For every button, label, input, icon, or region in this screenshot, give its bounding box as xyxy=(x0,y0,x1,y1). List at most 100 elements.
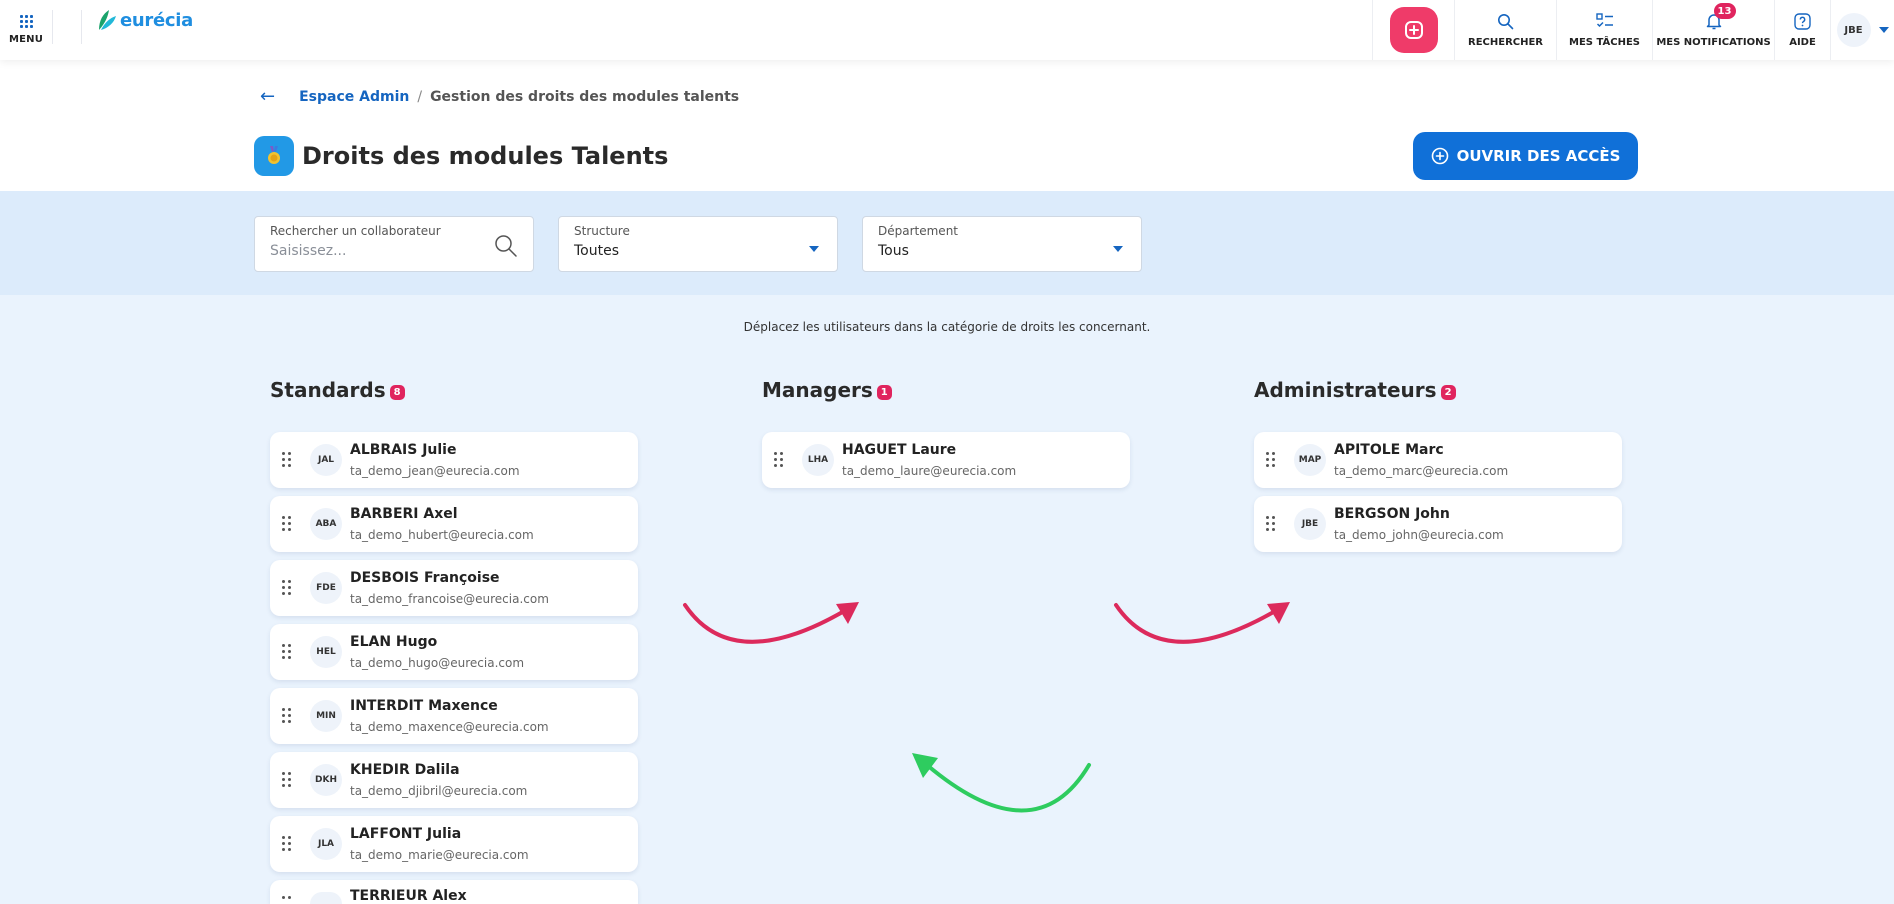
drag-handle-icon[interactable] xyxy=(282,896,291,899)
breadcrumb-current: Gestion des droits des modules talents xyxy=(430,88,740,105)
open-access-button[interactable]: OUVRIR DES ACCÈS xyxy=(1413,132,1638,180)
user-card[interactable]: FDE DESBOIS Françoise ta_demo_francoise@… xyxy=(270,560,638,616)
search-field-label: Rechercher un collaborateur xyxy=(270,224,441,238)
user-card[interactable]: MIN INTERDIT Maxence ta_demo_maxence@eur… xyxy=(270,688,638,744)
drag-handle-icon[interactable] xyxy=(282,452,291,467)
column-title-label: Managers xyxy=(762,378,873,402)
user-card[interactable]: DKH KHEDIR Dalila ta_demo_djibril@eureci… xyxy=(270,752,638,808)
logo-leaf-icon xyxy=(99,10,116,30)
user-card[interactable]: LHA HAGUET Laure ta_demo_laure@eurecia.c… xyxy=(762,432,1130,488)
notifications-count-badge: 13 xyxy=(1713,3,1736,19)
notifications-nav-label: MES NOTIFICATIONS xyxy=(1656,36,1771,48)
column-title-label: Administrateurs xyxy=(1254,378,1437,402)
drag-handle-icon[interactable] xyxy=(1266,452,1275,467)
user-email: ta_demo_marie@eurecia.com xyxy=(350,848,529,862)
curved-arrow-back-icon xyxy=(912,753,1091,813)
breadcrumb-admin-link[interactable]: Espace Admin xyxy=(299,89,409,105)
user-card[interactable]: TERRIEUR Alex xyxy=(270,880,638,904)
user-name: APITOLE Marc xyxy=(1334,442,1444,458)
user-menu-button[interactable]: JBE xyxy=(1830,0,1894,60)
user-card[interactable]: ABA BARBERI Axel ta_demo_hubert@eurecia.… xyxy=(270,496,638,552)
search-icon xyxy=(1498,13,1514,29)
avatar: MAP xyxy=(1294,444,1326,476)
help-nav-label: AIDE xyxy=(1789,36,1816,48)
open-access-label: OUVRIR DES ACCÈS xyxy=(1456,147,1621,165)
user-name: BERGSON John xyxy=(1334,506,1450,522)
avatar: LHA xyxy=(802,444,834,476)
curved-arrow-right-icon xyxy=(683,602,859,644)
medal-icon xyxy=(254,136,294,176)
user-card[interactable]: JAL ALBRAIS Julie ta_demo_jean@eurecia.c… xyxy=(270,432,638,488)
tasks-nav-button[interactable]: MES TÂCHES xyxy=(1556,0,1652,60)
user-card[interactable]: JBE BERGSON John ta_demo_john@eurecia.co… xyxy=(1254,496,1622,552)
grid-icon xyxy=(19,15,33,28)
department-select-label: Département xyxy=(878,224,958,238)
eurecia-logo[interactable]: eurécia xyxy=(97,8,193,32)
drag-handle-icon[interactable] xyxy=(282,836,291,851)
user-email: ta_demo_laure@eurecia.com xyxy=(842,464,1017,478)
help-nav-button[interactable]: AIDE xyxy=(1774,0,1830,60)
avatar xyxy=(310,892,342,904)
count-badge: 2 xyxy=(1440,384,1456,400)
user-card[interactable]: MAP APITOLE Marc ta_demo_marc@eurecia.co… xyxy=(1254,432,1622,488)
breadcrumb: ← Espace Admin / Gestion des droits des … xyxy=(260,86,739,107)
tasks-nav-label: MES TÂCHES xyxy=(1569,36,1640,48)
search-input[interactable] xyxy=(270,243,470,259)
breadcrumb-separator: / xyxy=(417,88,423,105)
notifications-nav-button[interactable]: 13 MES NOTIFICATIONS xyxy=(1652,0,1774,60)
logo-text: eurécia xyxy=(120,9,193,31)
search-icon[interactable] xyxy=(494,234,518,258)
drag-handle-icon[interactable] xyxy=(282,708,291,723)
divider xyxy=(81,10,82,44)
administrateurs-column-title: Administrateurs 2 xyxy=(1254,378,1456,402)
page-title: Droits des modules Talents xyxy=(302,142,669,170)
drag-handle-icon[interactable] xyxy=(282,772,291,787)
user-card[interactable]: HEL ELAN Hugo ta_demo_hugo@eurecia.com xyxy=(270,624,638,680)
back-arrow-icon[interactable]: ← xyxy=(260,86,275,107)
avatar: JBE xyxy=(1836,13,1871,47)
drag-handle-icon[interactable] xyxy=(1266,516,1275,531)
search-nav-button[interactable]: RECHERCHER xyxy=(1454,0,1556,60)
structure-select-value: Toutes xyxy=(574,243,620,259)
avatar: JBE xyxy=(1294,508,1326,540)
instruction-text: Déplacez les utilisateurs dans la catégo… xyxy=(743,320,1151,334)
user-name: ELAN Hugo xyxy=(350,634,438,650)
user-name: BARBERI Axel xyxy=(350,506,458,522)
drag-handle-icon[interactable] xyxy=(282,580,291,595)
menu-button[interactable]: MENU xyxy=(0,0,52,60)
user-email: ta_demo_hugo@eurecia.com xyxy=(350,656,525,670)
avatar: JLA xyxy=(310,828,342,860)
drag-handle-icon[interactable] xyxy=(282,516,291,531)
plus-circle-icon xyxy=(1431,147,1448,165)
managers-column-title: Managers 1 xyxy=(762,378,892,402)
user-card[interactable]: JLA LAFFONT Julia ta_demo_marie@eurecia.… xyxy=(270,816,638,872)
checklist-icon xyxy=(1595,12,1613,27)
avatar: FDE xyxy=(310,572,342,604)
chevron-down-icon xyxy=(1113,246,1123,252)
user-name: KHEDIR Dalila xyxy=(350,762,460,778)
user-email: ta_demo_jean@eurecia.com xyxy=(350,464,520,478)
user-email: ta_demo_djibril@eurecia.com xyxy=(350,784,528,798)
user-email: ta_demo_john@eurecia.com xyxy=(1334,528,1504,542)
question-icon xyxy=(1794,12,1811,30)
plus-circle-icon xyxy=(1389,7,1438,53)
divider xyxy=(52,10,53,44)
department-select[interactable]: Département Tous xyxy=(862,216,1142,272)
page-title-row: Droits des modules Talents xyxy=(254,136,668,176)
search-collaborator-field[interactable]: Rechercher un collaborateur xyxy=(254,216,534,272)
structure-select-label: Structure xyxy=(574,224,630,238)
count-badge: 1 xyxy=(876,384,892,400)
top-navigation-bar: MENU eurécia RECHERCHER MES TÂCHES 13 ME… xyxy=(0,0,1894,60)
avatar: DKH xyxy=(310,764,342,796)
user-name: LAFFONT Julia xyxy=(350,826,462,842)
user-name: TERRIEUR Alex xyxy=(350,888,467,904)
drag-handle-icon[interactable] xyxy=(774,452,783,467)
user-name: HAGUET Laure xyxy=(842,442,957,458)
user-name: DESBOIS Françoise xyxy=(350,570,500,586)
chevron-down-icon xyxy=(809,246,819,252)
structure-select[interactable]: Structure Toutes xyxy=(558,216,838,272)
menu-label: MENU xyxy=(8,34,44,45)
quick-add-button[interactable] xyxy=(1372,0,1454,60)
drag-handle-icon[interactable] xyxy=(282,644,291,659)
user-email: ta_demo_hubert@eurecia.com xyxy=(350,528,534,542)
